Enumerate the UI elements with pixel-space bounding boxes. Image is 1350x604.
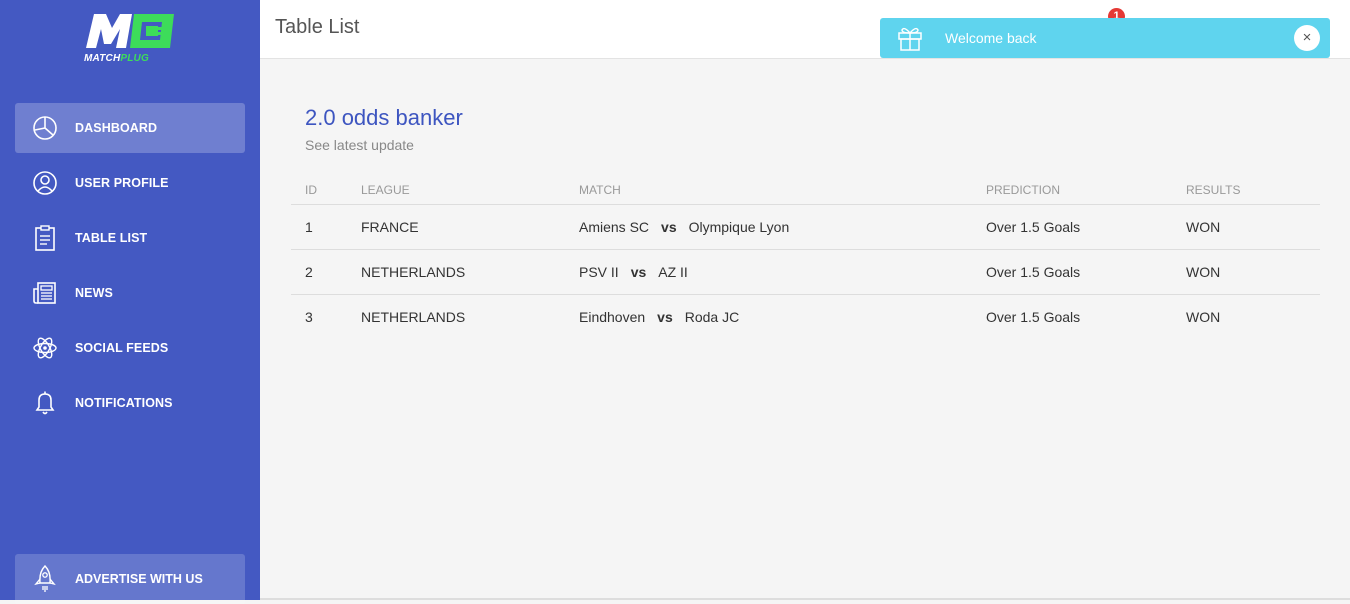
cell-league: NETHERLANDS xyxy=(361,309,466,325)
close-icon: × xyxy=(1302,29,1312,46)
logo-wordmark: MATCHPLUG xyxy=(84,53,149,64)
cell-match: Eindhoven vs Roda JC xyxy=(579,295,986,340)
card-subtitle: See latest update xyxy=(305,137,414,153)
vs-label: vs xyxy=(630,264,647,280)
predictions-table: ID LEAGUE MATCH PREDICTION RESULTS 1 FRA… xyxy=(291,176,1320,339)
sidebar-item-label: NEWS xyxy=(75,286,113,300)
vs-label: vs xyxy=(657,309,673,325)
home-team: PSV II xyxy=(579,264,619,280)
cell-league: NETHERLANDS xyxy=(361,249,579,295)
clipboard-icon xyxy=(35,225,55,251)
cell-id: 2 xyxy=(291,249,361,295)
atom-icon xyxy=(33,337,57,359)
away-team: AZ II xyxy=(658,264,688,280)
column-header-prediction: PREDICTION xyxy=(986,176,1186,205)
sidebar-item-news[interactable]: NEWS xyxy=(15,268,245,318)
cell-id: 3 xyxy=(305,309,313,325)
column-header-results: RESULTS xyxy=(1186,176,1320,205)
table-row: 1 FRANCE Amiens SC vs Olympique Lyon Over … xyxy=(291,204,1320,250)
user-icon xyxy=(33,171,57,195)
toast-message: Welcome back xyxy=(945,30,1037,46)
home-team: Amiens SC xyxy=(579,219,650,235)
cell-prediction: Over 1.5 Goals xyxy=(986,249,1186,295)
sidebar-item-label: DASHBOARD xyxy=(75,121,158,135)
sidebar-item-label: USER PROFILE xyxy=(75,176,169,190)
sidebar-item-table-list[interactable]: TABLE LIST xyxy=(15,213,245,263)
logo-mark-icon xyxy=(86,14,174,48)
advertise-button[interactable]: ADVERTISE WITH US xyxy=(15,554,245,604)
away-team: Olympique Lyon xyxy=(688,219,790,235)
bell-icon xyxy=(35,391,55,415)
sidebar-item-social-feeds[interactable]: SOCIAL FEEDS xyxy=(15,323,245,373)
cell-result: WON xyxy=(1186,249,1320,295)
cell-result: WON xyxy=(1186,309,1221,325)
sidebar-item-label: SOCIAL FEEDS xyxy=(75,341,169,355)
cell-league: FRANCE xyxy=(361,204,579,250)
table-row: 3 NETHERLANDS Eindhoven vs Roda JC Over 1.… xyxy=(291,295,1320,340)
column-header-league: LEAGUE xyxy=(361,176,579,205)
page-title: Table List xyxy=(275,16,360,38)
sidebar: MATCHPLUG DASHBOARD USER PROFILE TABLE L… xyxy=(0,0,260,604)
table-header-row: ID LEAGUE MATCH PREDICTION RESULTS xyxy=(291,176,1320,205)
cell-result: WON xyxy=(1186,204,1320,250)
sidebar-item-dashboard[interactable]: DASHBOARD xyxy=(15,103,245,153)
card-title: 2.0 odds banker xyxy=(305,105,463,130)
sidebar-nav: DASHBOARD USER PROFILE TABLE LIST NEWS S… xyxy=(15,103,245,433)
away-team: Roda JC xyxy=(684,309,740,325)
pie-chart-icon xyxy=(33,116,57,140)
newspaper-icon xyxy=(33,282,56,304)
cell-match: PSV II vs AZ II xyxy=(579,249,986,295)
table-row: 2 NETHERLANDS PSV II vs AZ II Over 1.5 Goa… xyxy=(291,249,1320,295)
toast-close-button[interactable]: × xyxy=(1294,25,1320,51)
sidebar-item-label: NOTIFICATIONS xyxy=(75,396,173,410)
cell-prediction: Over 1.5 Goals xyxy=(986,309,1081,325)
rocket-icon xyxy=(34,565,56,592)
advertise-label: ADVERTISE WITH US xyxy=(75,572,203,586)
home-team: Eindhoven xyxy=(579,309,646,325)
cell-id: 1 xyxy=(291,204,361,250)
column-header-id: ID xyxy=(291,176,361,205)
matchplug-logo[interactable]: MATCHPLUG xyxy=(84,12,176,66)
gift-icon xyxy=(898,27,922,51)
sidebar-item-user-profile[interactable]: USER PROFILE xyxy=(15,158,245,208)
vs-label: vs xyxy=(661,219,677,235)
column-header-match: MATCH xyxy=(579,176,986,205)
welcome-toast: Welcome back × xyxy=(880,18,1330,58)
sidebar-item-label: TABLE LIST xyxy=(75,231,148,245)
cell-prediction: Over 1.5 Goals xyxy=(986,204,1186,250)
cell-match: Amiens SC vs Olympique Lyon xyxy=(579,204,986,250)
sidebar-item-notifications[interactable]: NOTIFICATIONS xyxy=(15,378,245,428)
